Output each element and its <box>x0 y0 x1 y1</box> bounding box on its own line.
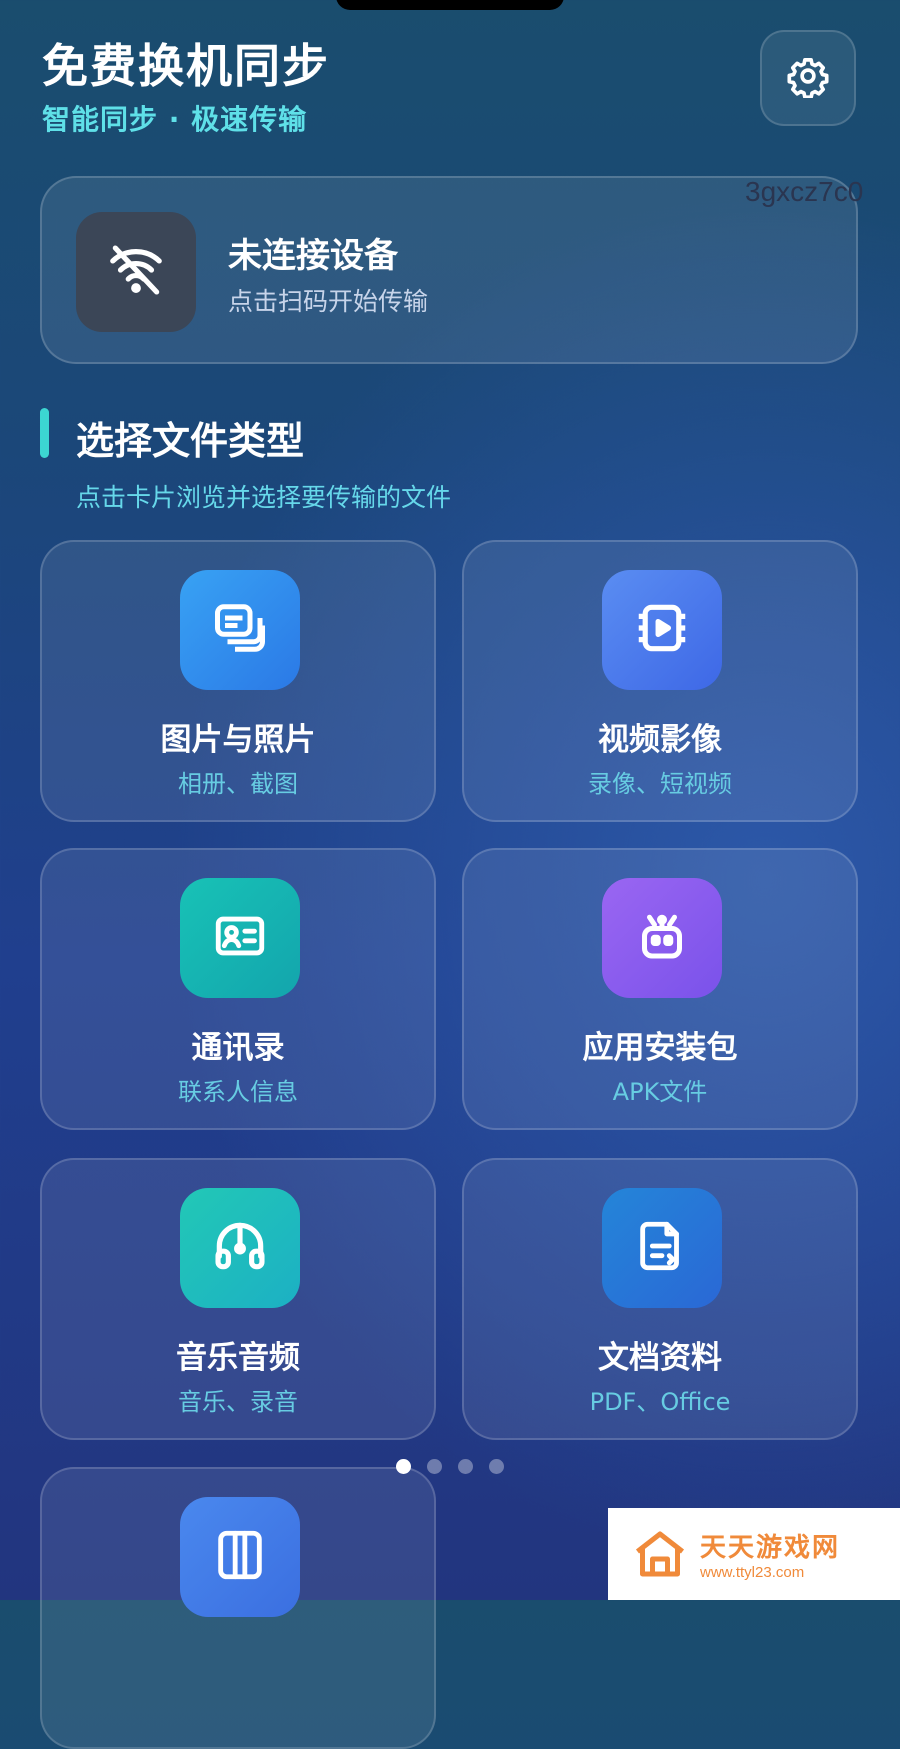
watermark-code: 3gxcz7c0 <box>745 176 864 207</box>
app-subtitle: 智能同步 · 极速传输 <box>42 103 308 136</box>
device-status: 未连接设备 <box>228 236 398 276</box>
category-subtitle: 录像、短视频 <box>588 770 732 798</box>
category-card-photos[interactable]: 图片与照片 相册、截图 <box>40 540 436 822</box>
document-icon-box <box>602 1188 722 1308</box>
category-card-documents[interactable]: 文档资料 PDF、Office <box>462 1158 858 1440</box>
device-connection-card[interactable]: 未连接设备 点击扫码开始传输 <box>40 176 858 364</box>
house-logo-icon <box>630 1524 690 1584</box>
device-icon-box <box>76 212 196 332</box>
app-title: 免费换机同步 <box>42 39 330 93</box>
site-watermark: 天天游戏网 www.ttyl23.com <box>608 1508 900 1600</box>
category-title: 文档资料 <box>598 1340 722 1376</box>
android-robot-icon <box>632 906 692 970</box>
file-box-icon <box>211 1526 269 1588</box>
category-card-music[interactable]: 音乐音频 音乐、录音 <box>40 1158 436 1440</box>
file-box-icon-box <box>180 1497 300 1617</box>
page-dot[interactable] <box>458 1459 473 1474</box>
camera-notch <box>336 0 564 10</box>
category-card-contacts[interactable]: 通讯录 联系人信息 <box>40 848 436 1130</box>
contact-card-icon <box>211 907 269 969</box>
category-title: 通讯录 <box>191 1030 285 1066</box>
page-dot[interactable] <box>427 1459 442 1474</box>
category-title: 视频影像 <box>598 722 722 758</box>
section-subtitle: 点击卡片浏览并选择要传输的文件 <box>76 483 452 512</box>
category-card-apk[interactable]: 应用安装包 APK文件 <box>462 848 858 1130</box>
video-icon <box>631 597 693 663</box>
watermark-site-name: 天天游戏网 <box>700 1533 841 1563</box>
section-title: 选择文件类型 <box>76 419 305 463</box>
photos-icon-box <box>180 570 300 690</box>
category-card-video[interactable]: 视频影像 录像、短视频 <box>462 540 858 822</box>
page-indicator <box>396 1459 504 1474</box>
device-hint: 点击扫码开始传输 <box>228 287 429 316</box>
android-robot-icon-box <box>602 878 722 998</box>
watermark-site-url: www.ttyl23.com <box>700 1564 805 1581</box>
contact-card-icon-box <box>180 878 300 998</box>
category-subtitle: APK文件 <box>612 1078 708 1106</box>
category-title: 应用安装包 <box>582 1030 738 1066</box>
category-subtitle: 联系人信息 <box>178 1078 298 1106</box>
page-dot[interactable] <box>489 1459 504 1474</box>
category-title: 音乐音频 <box>176 1340 300 1376</box>
category-card-other[interactable] <box>40 1467 436 1749</box>
settings-button[interactable] <box>760 30 856 126</box>
document-icon <box>633 1217 691 1279</box>
gear-icon <box>786 54 830 102</box>
page-dot[interactable] <box>396 1459 411 1474</box>
category-subtitle: PDF、Office <box>589 1388 731 1416</box>
headphones-icon <box>209 1215 271 1281</box>
category-title: 图片与照片 <box>160 722 316 758</box>
category-subtitle: 音乐、录音 <box>178 1388 298 1416</box>
category-subtitle: 相册、截图 <box>178 770 298 798</box>
photos-icon <box>210 598 270 662</box>
headphones-icon-box <box>180 1188 300 1308</box>
wifi-off-icon <box>105 239 167 305</box>
video-icon-box <box>602 570 722 690</box>
section-accent-bar <box>40 408 49 458</box>
